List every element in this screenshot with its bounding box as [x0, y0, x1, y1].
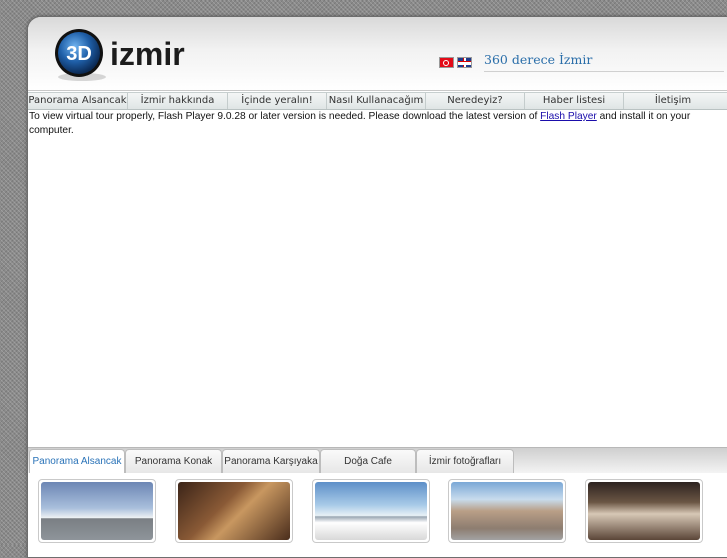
tab-panorama-alsancak[interactable]: Panorama Alsancak — [29, 449, 125, 475]
site-logo[interactable]: 3D izmir — [52, 27, 192, 83]
logo-prefix-text: 3D — [66, 43, 92, 65]
nav-item-iletisim[interactable]: İletişim — [624, 93, 722, 109]
flash-required-message: To view virtual tour properly, Flash Pla… — [29, 110, 727, 138]
logo-word-text: izmir — [110, 36, 185, 72]
street-view-thumbnail[interactable] — [448, 479, 566, 543]
title-divider — [484, 71, 724, 72]
site-title: 360 derece İzmir — [484, 52, 593, 67]
thumbnail-image — [178, 482, 290, 540]
cafe-interior-thumbnail[interactable] — [585, 479, 703, 543]
site-header: 3D izmir 360 derece İzmir — [28, 17, 727, 91]
tab-panorama-karsiyaka[interactable]: Panorama Karşıyaka — [222, 449, 320, 474]
hotel-lobby-thumbnail[interactable] — [175, 479, 293, 543]
tab-doga-cafe[interactable]: Doğa Cafe — [320, 449, 416, 474]
nav-item-izmir-hakkinda[interactable]: İzmir hakkında — [128, 93, 228, 109]
alsancak-pier-thumbnail[interactable] — [38, 479, 156, 543]
main-nav: Panorama Alsancak İzmir hakkında İçinde … — [28, 92, 727, 110]
header-divider — [28, 90, 727, 91]
thumbnail-strip — [28, 473, 727, 557]
nav-item-nasil-kullanacagim[interactable]: Nasıl Kullanacağım — [327, 93, 426, 109]
flash-player-link[interactable]: Flash Player — [540, 111, 597, 122]
panorama-tab-bar: Panorama Alsancak Panorama Konak Panoram… — [28, 447, 727, 475]
thumbnail-image — [41, 482, 153, 540]
message-text-before: To view virtual tour properly, Flash Pla… — [29, 111, 541, 122]
tab-panorama-konak[interactable]: Panorama Konak — [125, 449, 222, 474]
thumbnail-image — [588, 482, 700, 540]
nav-item-panorama-alsancak[interactable]: Panorama Alsancak — [28, 93, 128, 109]
nav-item-icinde-yeralin[interactable]: İçinde yeralın! — [228, 93, 327, 109]
tab-izmir-fotograflari[interactable]: İzmir fotoğrafları — [416, 449, 514, 474]
uk-flag-icon[interactable] — [457, 57, 472, 68]
turkish-flag-icon[interactable] — [439, 57, 454, 68]
page-frame: 3D izmir 360 derece İzmir Panorama Alsan… — [27, 16, 727, 558]
nav-item-neredeyiz[interactable]: Neredeyiz? — [426, 93, 525, 109]
konak-square-thumbnail[interactable] — [312, 479, 430, 543]
nav-item-haber-listesi[interactable]: Haber listesi — [525, 93, 624, 109]
thumbnail-image — [315, 482, 427, 540]
thumbnail-image — [451, 482, 563, 540]
